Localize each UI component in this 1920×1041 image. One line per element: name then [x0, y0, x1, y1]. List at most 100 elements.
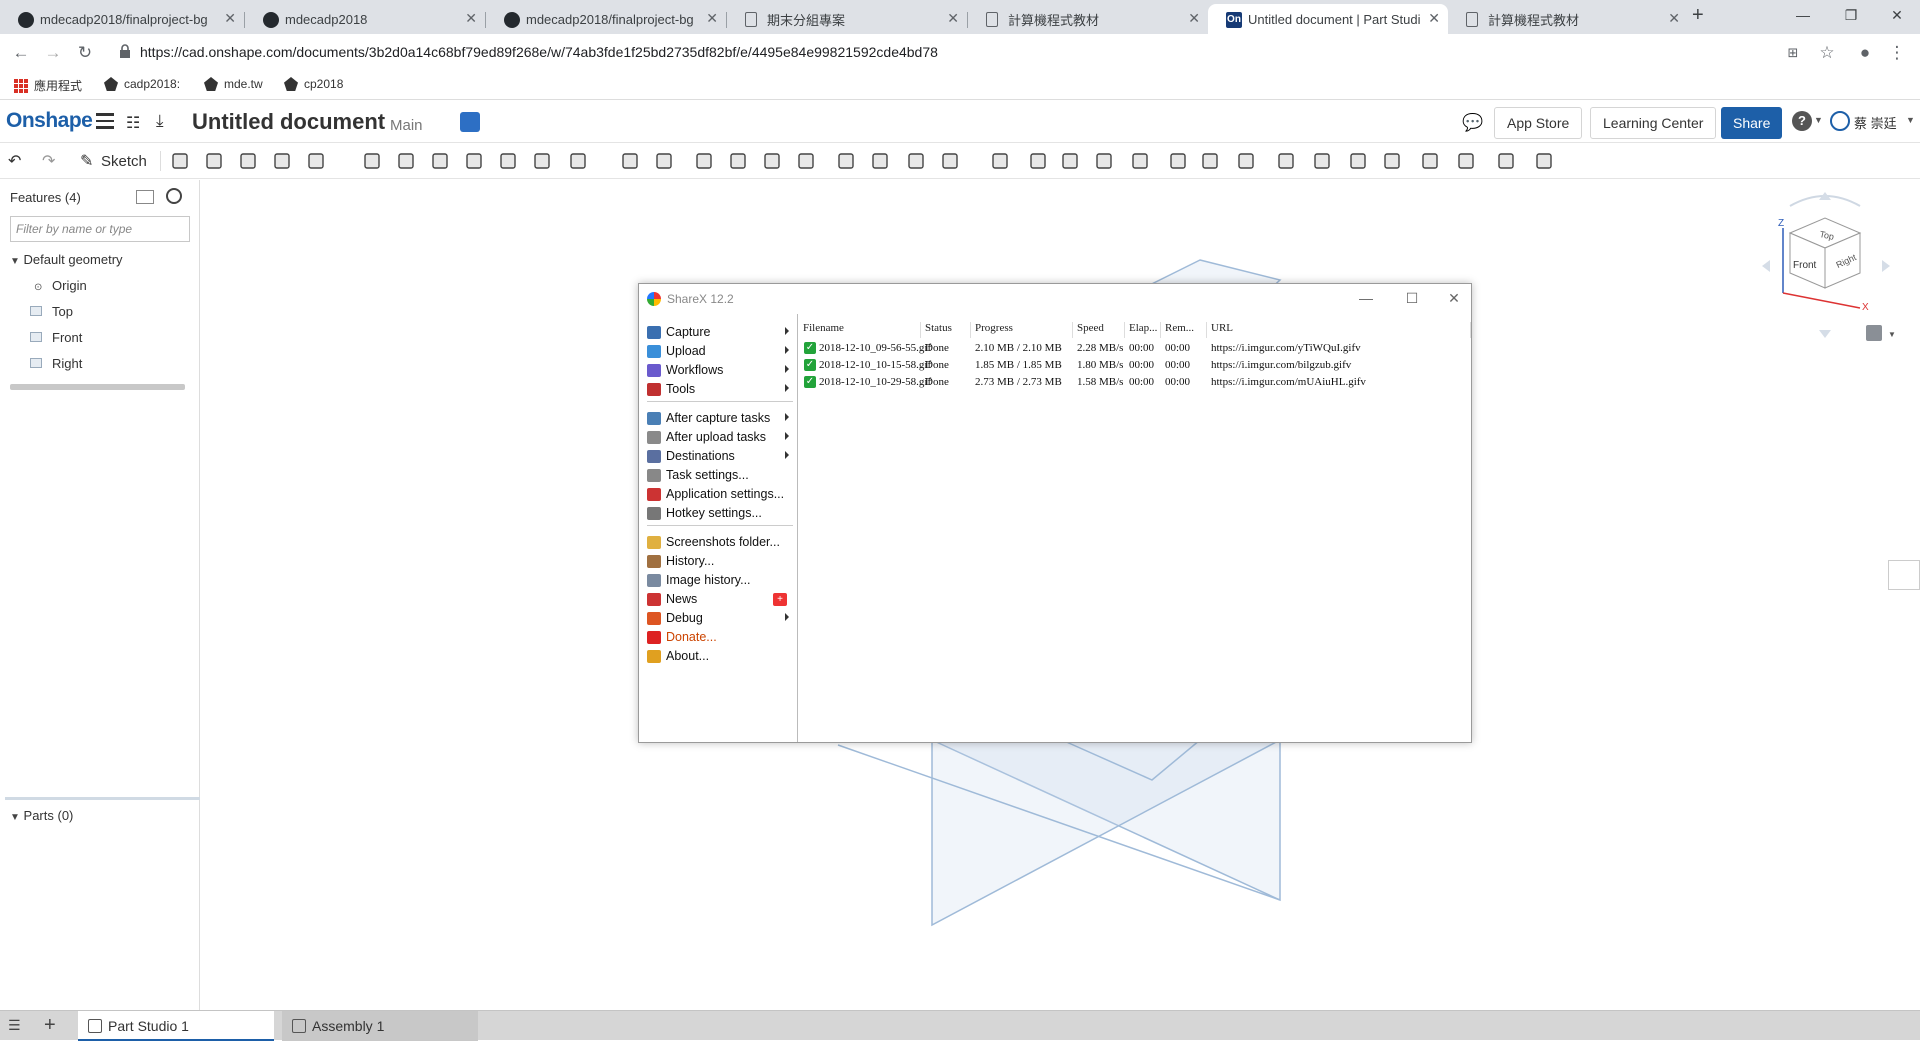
sharex-menu-about[interactable]: About... — [647, 646, 795, 666]
restore-icon[interactable]: ❐ — [1828, 0, 1874, 30]
view-cube-arrow-left-icon[interactable] — [1762, 260, 1770, 272]
tree-item-right[interactable]: Right — [30, 356, 82, 371]
render-mode-icon[interactable] — [1866, 325, 1882, 341]
app-store-button[interactable]: App Store — [1494, 107, 1583, 139]
chevron-down-icon[interactable]: ▼ — [1888, 330, 1896, 339]
column-header[interactable]: Filename — [799, 322, 921, 338]
sharex-menu-screenshots-folder[interactable]: Screenshots folder... — [647, 532, 795, 552]
close-icon[interactable]: ✕ — [224, 10, 236, 27]
browser-tab-3[interactable]: mdecadp2018/finalproject-bg ✕ — [486, 4, 726, 34]
frame-icon[interactable] — [1420, 151, 1440, 171]
close-icon[interactable]: ✕ — [1188, 10, 1200, 27]
bookmark-apps[interactable]: 應用程式 — [14, 77, 82, 94]
column-header[interactable]: Status — [921, 322, 971, 338]
bookmark-cp2018[interactable]: cp2018 — [284, 77, 343, 91]
browser-tab-1[interactable]: mdecadp2018/finalproject-bg ✕ — [0, 4, 244, 34]
view-cube-arrow-down-icon[interactable] — [1819, 330, 1831, 338]
browser-tab-7[interactable]: 計算機程式教材 ✕ — [1448, 4, 1688, 34]
user-name[interactable]: 蔡 崇廷 — [1854, 113, 1897, 132]
sharex-maximize-icon[interactable]: ☐ — [1397, 288, 1427, 308]
sharex-menu-news[interactable]: News + — [647, 589, 795, 609]
sharex-titlebar[interactable]: ShareX 12.2 — ☐ ✕ — [639, 284, 1471, 314]
chevron-down-icon[interactable]: ▼ — [1814, 115, 1823, 125]
revolve-icon[interactable] — [204, 151, 224, 171]
close-window-icon[interactable]: ✕ — [1874, 0, 1920, 30]
close-icon[interactable]: ✕ — [706, 10, 718, 27]
rib-icon[interactable] — [464, 151, 484, 171]
delete-part-icon[interactable] — [762, 151, 782, 171]
sharex-menu-destinations[interactable]: Destinations — [647, 446, 795, 466]
onshape-logo[interactable]: Onshape — [6, 109, 93, 133]
sharex-menu-application-settings[interactable]: Application settings... — [647, 484, 795, 504]
redo-icon[interactable]: ↷ — [42, 151, 62, 171]
sharex-menu-task-settings[interactable]: Task settings... — [647, 465, 795, 485]
split-icon[interactable] — [694, 151, 714, 171]
bend-icon[interactable] — [1236, 151, 1256, 171]
back-icon[interactable]: ← — [10, 42, 32, 64]
sharex-menu-donate[interactable]: Donate... — [647, 627, 795, 647]
replace-face-icon[interactable] — [836, 151, 856, 171]
tab-part-studio-1[interactable]: Part Studio 1 — [78, 1011, 274, 1041]
version-graph-icon[interactable] — [460, 112, 480, 132]
tree-item-origin[interactable]: ⊙ Origin — [34, 278, 87, 293]
sharex-menu-tools[interactable]: Tools — [647, 379, 795, 399]
sweep-icon[interactable] — [238, 151, 258, 171]
undo-icon[interactable]: ↶ — [8, 151, 28, 171]
sheet-metal-icon[interactable] — [1094, 151, 1114, 171]
minimize-icon[interactable]: — — [1780, 0, 1826, 30]
linear-pattern-icon[interactable] — [568, 151, 588, 171]
add-folder-icon[interactable] — [136, 190, 154, 204]
bookmark-cadp2018[interactable]: cadp2018: — [104, 77, 180, 91]
form-icon[interactable] — [1276, 151, 1296, 171]
new-sketch-icon[interactable] — [170, 151, 190, 171]
forward-icon[interactable]: → — [42, 42, 64, 64]
thicken-icon[interactable] — [306, 151, 326, 171]
bookmark-mde-tw[interactable]: mde.tw — [204, 77, 263, 91]
loft-icon[interactable] — [272, 151, 292, 171]
insert-icon[interactable]: ⤓ — [156, 111, 164, 131]
variable-icon[interactable] — [1060, 151, 1080, 171]
sharex-menu-image-history[interactable]: Image history... — [647, 570, 795, 590]
profile-icon[interactable]: ● — [1854, 42, 1876, 64]
column-header[interactable]: Rem... — [1161, 322, 1207, 338]
hole-icon[interactable] — [532, 151, 552, 171]
fillet-icon[interactable] — [362, 151, 382, 171]
tab-assembly-1[interactable]: Assembly 1 — [282, 1011, 478, 1041]
user-avatar-icon[interactable] — [1830, 111, 1850, 131]
rollback-timer-icon[interactable] — [166, 188, 182, 204]
browser-tab-5[interactable]: 計算機程式教材 ✕ — [968, 4, 1208, 34]
column-header[interactable]: URL — [1207, 322, 1471, 338]
view-cube-arrow-right-icon[interactable] — [1882, 260, 1890, 272]
close-icon[interactable]: ✕ — [947, 10, 959, 27]
sharex-menu-history[interactable]: History... — [647, 551, 795, 571]
sharex-menu-after-capture-tasks[interactable]: After capture tasks — [647, 408, 795, 428]
sharex-menu-debug[interactable]: Debug — [647, 608, 795, 628]
gusset-icon[interactable] — [1456, 151, 1476, 171]
draft-icon[interactable] — [430, 151, 450, 171]
configurations-panel-icon[interactable] — [1888, 560, 1920, 590]
feature-list-icon[interactable]: ☷ — [126, 113, 140, 133]
hem-icon[interactable] — [1168, 151, 1188, 171]
learning-center-button[interactable]: Learning Center — [1590, 107, 1717, 139]
corner-icon[interactable] — [1312, 151, 1332, 171]
sharex-minimize-icon[interactable]: — — [1351, 288, 1381, 308]
parts-group[interactable]: ▼ Parts (0) — [10, 808, 73, 823]
close-icon[interactable]: ✕ — [1428, 10, 1440, 27]
tree-item-top[interactable]: Top — [30, 304, 73, 319]
column-header[interactable]: Progress — [971, 322, 1073, 338]
close-icon[interactable]: ✕ — [1668, 10, 1680, 27]
column-header[interactable]: Speed — [1073, 322, 1125, 338]
new-tab-icon[interactable]: + — [1692, 4, 1704, 27]
translate-icon[interactable]: ⊞ — [1782, 42, 1804, 64]
browser-tab-2[interactable]: mdecadp2018 ✕ — [245, 4, 485, 34]
sharex-menu-workflows[interactable]: Workflows — [647, 360, 795, 380]
tree-item-front[interactable]: Front — [30, 330, 82, 345]
transform-icon[interactable] — [728, 151, 748, 171]
custom-feature-icon[interactable] — [1496, 151, 1516, 171]
sharex-menu-upload[interactable]: Upload — [647, 341, 795, 361]
modify-fillet-icon[interactable] — [796, 151, 816, 171]
horizontal-scrollbar[interactable] — [10, 384, 185, 390]
comments-icon[interactable]: 💬 — [1462, 113, 1483, 133]
tab-icon[interactable] — [1200, 151, 1220, 171]
close-icon[interactable]: ✕ — [465, 10, 477, 27]
